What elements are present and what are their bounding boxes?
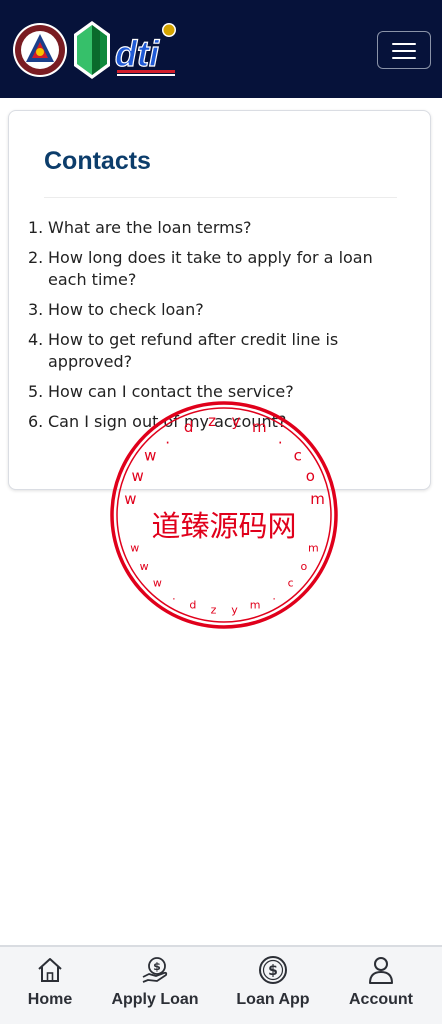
nav-loan-app[interactable]: $ Loan App (220, 947, 326, 1024)
watermark-ring-char: w (153, 577, 162, 590)
watermark-ring-text-bottom: www.d z y m.com (130, 541, 318, 616)
money-hand-icon: $ (142, 957, 168, 983)
faq-question: How to check loan? (48, 300, 204, 319)
faq-question: How to get refund after credit line is a… (48, 330, 339, 371)
faq-item[interactable]: 6. Can I sign out of my account? (28, 411, 398, 433)
watermark-ring-char: c (288, 577, 294, 590)
watermark-ring-char: w (130, 541, 139, 554)
faq-item[interactable]: 5. How can I contact the service? (28, 381, 398, 403)
watermark-ring-char: m (310, 490, 325, 508)
faq-item[interactable]: 2. How long does it take to apply for a … (28, 247, 398, 291)
divider (44, 197, 397, 198)
faq-question: What are the loan terms? (48, 218, 252, 237)
home-icon (38, 958, 62, 982)
watermark-ring-char: w (140, 560, 149, 573)
faq-number: 1. (28, 218, 44, 237)
hamburger-icon-bar (392, 57, 416, 59)
watermark-ring-char: z (211, 603, 217, 616)
dti-wordmark: dti (115, 33, 160, 74)
hamburger-icon-bar (392, 50, 416, 52)
nav-home-label: Home (27, 991, 73, 1008)
faq-number: 5. (28, 382, 44, 401)
watermark-center-text: 道臻源码网 (151, 509, 296, 543)
faq-number: 6. (28, 412, 44, 431)
watermark-ring-char: y (231, 603, 238, 616)
top-navbar: dti (0, 0, 442, 98)
watermark-ring-char: . (172, 590, 176, 603)
watermark-ring-char: o (301, 560, 308, 573)
dti-gem-icon (74, 21, 110, 79)
watermark-ring-char: . (272, 590, 276, 603)
nav-home[interactable]: Home (0, 947, 100, 1024)
dti-wordmark-logo: dti (114, 23, 176, 76)
svg-text:$: $ (268, 963, 278, 979)
faq-item[interactable]: 3. How to check loan? (28, 299, 398, 321)
brand-logos[interactable]: dti (12, 18, 182, 80)
faq-item[interactable]: 1. What are the loan terms? (28, 217, 398, 239)
page-title: Contacts (44, 147, 151, 175)
faq-question: How can I contact the service? (48, 382, 294, 401)
faq-question: Can I sign out of my account? (48, 412, 287, 431)
watermark-ring-char: m (308, 541, 319, 554)
faq-number: 3. (28, 300, 44, 319)
faq-item[interactable]: 4. How to get refund after credit line i… (28, 329, 398, 373)
contacts-card: Contacts 1. What are the loan terms? 2. … (8, 110, 431, 490)
hamburger-icon (392, 43, 416, 45)
watermark-ring-char: m (250, 599, 261, 612)
faq-question: How long does it take to apply for a loa… (48, 248, 373, 289)
nav-apply-loan[interactable]: $ Apply Loan (100, 947, 210, 1024)
nav-account-label: Account (349, 991, 413, 1008)
user-icon (369, 957, 393, 984)
menu-toggle-button[interactable] (377, 31, 431, 69)
faq-number: 2. (28, 248, 44, 267)
watermark-ring-char: w (124, 490, 136, 508)
faq-number: 4. (28, 330, 44, 349)
nav-account[interactable]: Account (333, 947, 429, 1024)
svg-text:$: $ (153, 960, 161, 973)
dollar-coin-icon: $ (259, 956, 287, 984)
ph-government-seal-icon (13, 23, 67, 77)
faq-list: 1. What are the loan terms? 2. How long … (28, 217, 398, 441)
nav-loan-app-label: Loan App (236, 991, 310, 1008)
bottom-nav: Home $ Apply Loan $ Loan App Account (0, 945, 442, 1024)
watermark-ring-char: d (189, 599, 196, 612)
nav-apply-loan-label: Apply Loan (111, 991, 199, 1008)
